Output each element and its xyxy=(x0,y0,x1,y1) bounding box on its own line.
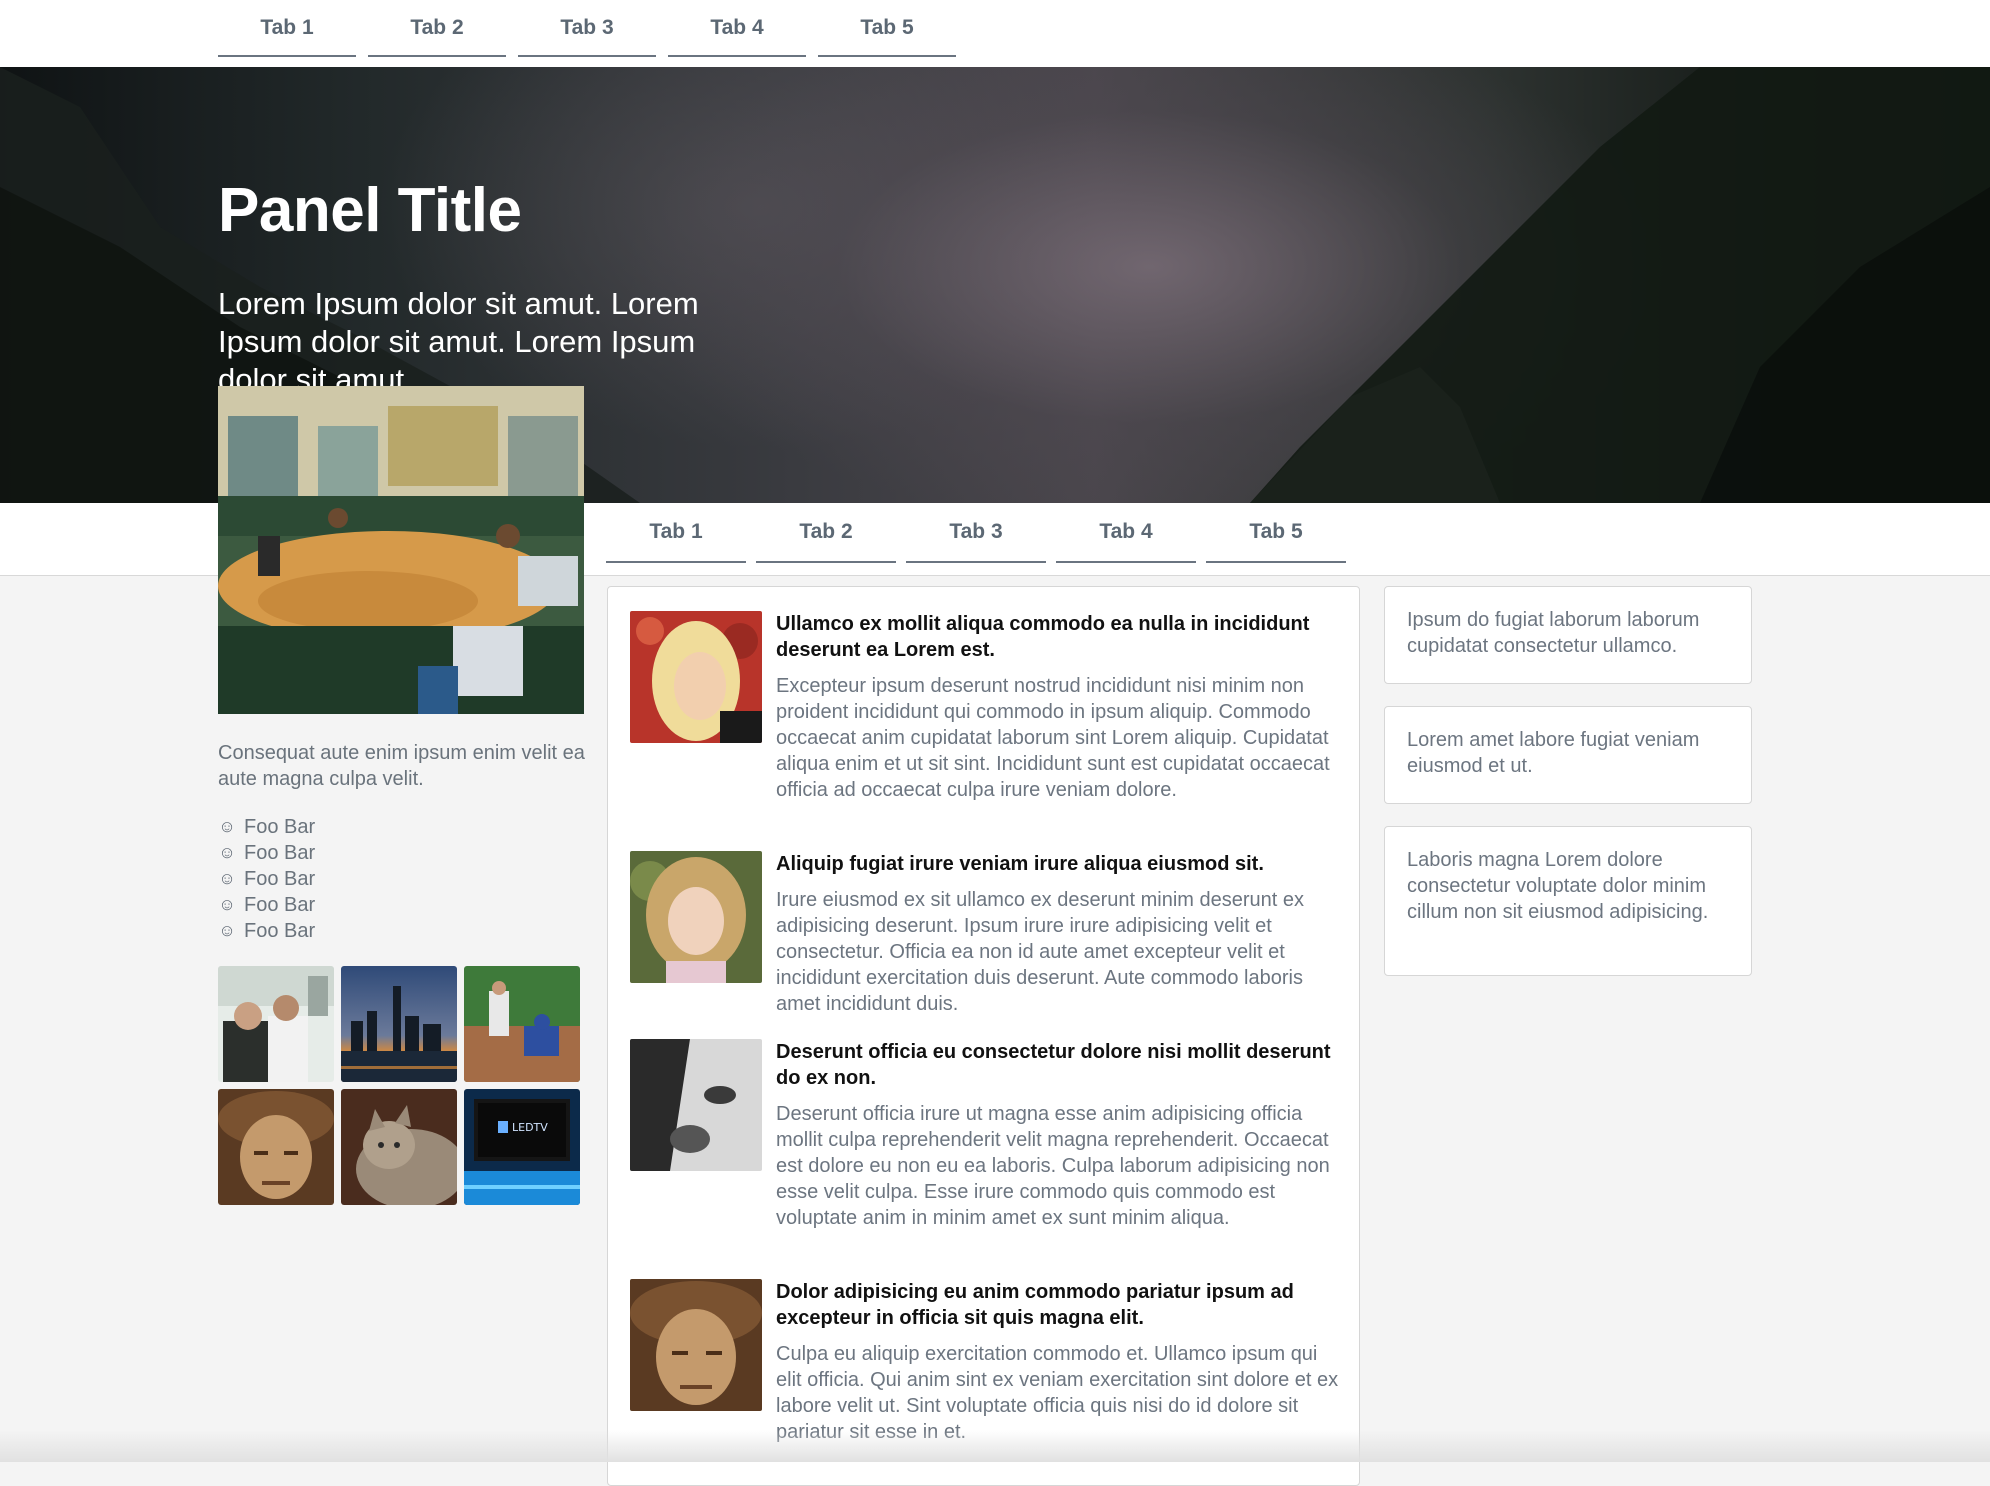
thumbnail-elderly-portrait[interactable] xyxy=(218,1089,334,1205)
side-note-box[interactable]: Lorem amet labore fugiat veniam eiusmod … xyxy=(1384,706,1752,804)
article-title[interactable]: Aliquip fugiat irure veniam irure aliqua… xyxy=(776,851,1340,877)
article-title[interactable]: Ullamco ex mollit aliqua commodo ea null… xyxy=(776,611,1340,663)
side-note-text: Lorem amet labore fugiat veniam eiusmod … xyxy=(1407,729,1700,777)
office-photo xyxy=(218,386,584,714)
article-image-elderly-woman[interactable] xyxy=(630,1279,762,1411)
top-tab-1[interactable]: Tab 1 xyxy=(218,0,356,57)
article-item: Dolor adipisicing eu anim commodo pariat… xyxy=(630,1279,1340,1459)
article-image-curly-girl[interactable] xyxy=(630,851,762,983)
smiley-icon: ☺ xyxy=(218,843,236,862)
thumbnail-office-people[interactable] xyxy=(218,966,334,1082)
article-body: Excepteur ipsum deserunt nostrud incidid… xyxy=(776,675,1330,801)
panel-title: Panel Title xyxy=(218,176,522,245)
article-image-bw-face[interactable] xyxy=(630,1039,762,1171)
list-item-label: Foo Bar xyxy=(244,919,316,942)
content-tabs: Tab 1 Tab 2 Tab 3 Tab 4 Tab 5 xyxy=(606,503,1356,563)
smiley-icon: ☺ xyxy=(218,869,236,888)
content-tab-2[interactable]: Tab 2 xyxy=(756,503,896,563)
list-item[interactable]: ☺ Foo Bar xyxy=(218,918,315,944)
top-tabs: Tab 1 Tab 2 Tab 3 Tab 4 Tab 5 xyxy=(218,0,968,57)
list-item-label: Foo Bar xyxy=(244,841,316,864)
content-tab-3[interactable]: Tab 3 xyxy=(906,503,1046,563)
smiley-icon: ☺ xyxy=(218,895,236,914)
side-note-box[interactable]: Laboris magna Lorem dolore consectetur v… xyxy=(1384,826,1752,976)
thumbnail-city-skyline[interactable] xyxy=(341,966,457,1082)
list-item-label: Foo Bar xyxy=(244,867,316,890)
article-body: Irure eiusmod ex sit ullamco ex deserunt… xyxy=(776,889,1305,1015)
list-item[interactable]: ☺ Foo Bar xyxy=(218,866,315,892)
side-note-text: Laboris magna Lorem dolore consectetur v… xyxy=(1407,849,1709,923)
list-item-label: Foo Bar xyxy=(244,815,316,838)
list-item[interactable]: ☺ Foo Bar xyxy=(218,892,315,918)
top-tab-5[interactable]: Tab 5 xyxy=(818,0,956,57)
article-title[interactable]: Deserunt officia eu consectetur dolore n… xyxy=(776,1039,1340,1091)
article-item: Ullamco ex mollit aliqua commodo ea null… xyxy=(630,611,1340,831)
svg-text:LEDTV: LEDTV xyxy=(512,1121,548,1134)
sidebar-description: Consequat aute enim ipsum enim velit ea … xyxy=(218,742,585,790)
list-item[interactable]: ☺ Foo Bar xyxy=(218,840,315,866)
content-tab-1[interactable]: Tab 1 xyxy=(606,503,746,563)
content-tab-4[interactable]: Tab 4 xyxy=(1056,503,1196,563)
article-item: Aliquip fugiat irure veniam irure aliqua… xyxy=(630,851,1340,1021)
article-body: Deserunt officia irure ut magna esse ani… xyxy=(776,1103,1330,1229)
thumbnail-led-tv[interactable]: LEDTV xyxy=(464,1089,580,1205)
articles-card: Ullamco ex mollit aliqua commodo ea null… xyxy=(607,586,1360,1486)
article-body: Culpa eu aliquip exercitation commodo et… xyxy=(776,1343,1339,1443)
thumbnail-cat[interactable] xyxy=(341,1089,457,1205)
top-tab-3[interactable]: Tab 3 xyxy=(518,0,656,57)
thumbnail-grid: LEDTV xyxy=(218,966,580,1205)
sidebar-list: ☺ Foo Bar ☺ Foo Bar ☺ Foo Bar ☺ Foo Bar ☺ Foo… xyxy=(218,814,315,944)
top-tab-2[interactable]: Tab 2 xyxy=(368,0,506,57)
article-title[interactable]: Dolor adipisicing eu anim commodo pariat… xyxy=(776,1279,1340,1331)
thumbnail-baseball[interactable] xyxy=(464,966,580,1082)
list-item[interactable]: ☺ Foo Bar xyxy=(218,814,315,840)
top-tab-4[interactable]: Tab 4 xyxy=(668,0,806,57)
article-item: Deserunt officia eu consectetur dolore n… xyxy=(630,1039,1340,1259)
list-item-label: Foo Bar xyxy=(244,893,316,916)
side-note-text: Ipsum do fugiat laborum laborum cupidata… xyxy=(1407,609,1700,657)
top-tab-bar: Tab 1 Tab 2 Tab 3 Tab 4 Tab 5 xyxy=(0,0,1990,68)
article-image-blonde-woman[interactable] xyxy=(630,611,762,743)
content-tab-5[interactable]: Tab 5 xyxy=(1206,503,1346,563)
smiley-icon: ☺ xyxy=(218,921,236,940)
smiley-icon: ☺ xyxy=(218,817,236,836)
panel-lead-text: Lorem Ipsum dolor sit amut. Lorem Ipsum … xyxy=(218,286,699,397)
side-note-box[interactable]: Ipsum do fugiat laborum laborum cupidata… xyxy=(1384,586,1752,684)
